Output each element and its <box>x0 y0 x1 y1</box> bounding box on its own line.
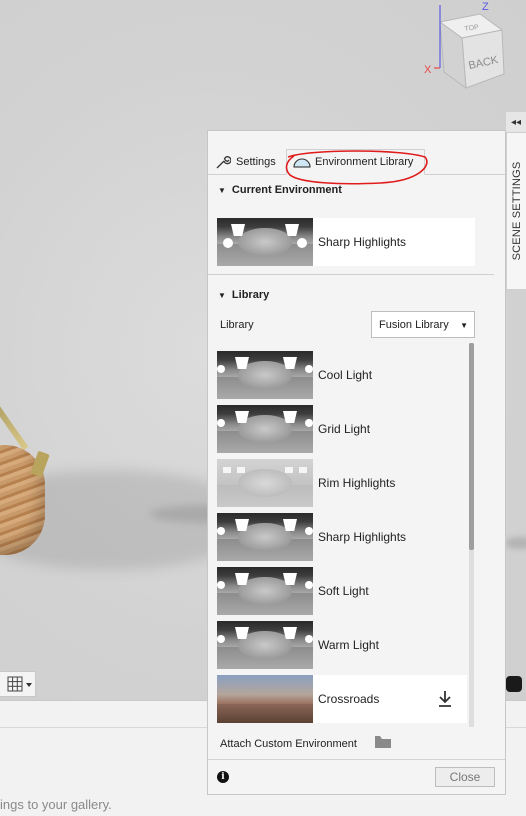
library-item[interactable]: Soft Light <box>217 567 467 615</box>
download-icon[interactable] <box>437 690 453 708</box>
axis-z-label: Z <box>482 1 489 13</box>
current-environment-title: Current Environment <box>231 184 342 196</box>
environment-label: Sharp Highlights <box>318 530 407 544</box>
library-item[interactable]: Cool Light <box>217 351 467 399</box>
chevron-down-icon: ▼ <box>460 321 468 330</box>
footer-divider <box>208 759 505 760</box>
chevron-down-icon <box>26 683 32 687</box>
shadow-edge <box>505 537 526 549</box>
tab-settings[interactable]: Settings <box>214 149 286 175</box>
library-header[interactable]: ▼ Library <box>218 289 269 301</box>
environment-list[interactable]: Cool Light Grid Light Rim Highlights Sharp … <box>217 351 469 725</box>
environment-label: Cool Light <box>318 368 373 382</box>
environment-thumbnail <box>217 567 313 615</box>
environment-label: Crossroads <box>318 692 380 706</box>
environment-label: Soft Light <box>318 584 369 598</box>
scrollbar-thumb[interactable] <box>469 343 474 550</box>
collapse-panel-button[interactable]: ◂◂ <box>506 112 526 132</box>
section-divider <box>208 274 494 275</box>
wrench-icon <box>214 153 232 171</box>
display-settings-button[interactable] <box>0 671 36 697</box>
model-handle <box>0 381 29 451</box>
panel-tabs: Settings Environment Library <box>208 145 505 185</box>
collapse-triangle-icon: ▼ <box>218 290 226 300</box>
environment-thumbnail <box>217 675 313 723</box>
axis-triad <box>434 5 441 69</box>
scene-settings-tab[interactable]: SCENE SETTINGS <box>506 132 526 290</box>
attach-custom-environment[interactable]: Attach Custom Environment <box>220 735 400 753</box>
double-chevron-left-icon: ◂◂ <box>510 116 522 128</box>
library-title: Library <box>231 289 270 301</box>
list-scrollbar[interactable] <box>469 343 474 727</box>
environment-label: Sharp Highlights <box>318 235 407 249</box>
scene-settings-panel: Settings Environment Library ▼ Current E… <box>207 130 506 795</box>
current-environment-card[interactable]: Sharp Highlights <box>217 218 475 266</box>
tab-settings-label: Settings <box>236 156 276 168</box>
viewcube[interactable]: TOP BACK Z X <box>420 0 526 110</box>
current-environment-header[interactable]: ▼ Current Environment <box>218 184 342 196</box>
gallery-hint-text: ings to your gallery. <box>0 797 112 812</box>
info-icon[interactable]: i <box>217 771 229 783</box>
library-item[interactable]: Rim Highlights <box>217 459 467 507</box>
environment-thumbnail <box>217 459 313 507</box>
library-item[interactable]: Grid Light <box>217 405 467 453</box>
environment-thumbnail <box>217 218 313 266</box>
grid-icon <box>7 676 32 692</box>
environment-thumbnail <box>217 513 313 561</box>
environment-thumbnail <box>217 351 313 399</box>
collapse-triangle-icon: ▼ <box>218 185 226 195</box>
environment-label: Rim Highlights <box>318 476 396 490</box>
library-item[interactable]: Crossroads <box>217 675 467 723</box>
attach-custom-environment-label: Attach Custom Environment <box>220 738 357 750</box>
environment-thumbnail <box>217 405 313 453</box>
environment-thumbnail <box>217 621 313 669</box>
cloud-status-icon[interactable] <box>506 676 522 692</box>
library-select-label: Library <box>220 319 254 331</box>
tab-environment-library-label: Environment Library <box>315 156 414 168</box>
library-select[interactable]: Fusion Library ▼ <box>371 311 475 338</box>
scene-settings-label: SCENE SETTINGS <box>510 161 523 261</box>
axis-x-label: X <box>424 64 432 76</box>
environment-label: Warm Light <box>318 638 379 652</box>
folder-icon[interactable] <box>374 735 392 749</box>
library-item[interactable]: Warm Light <box>217 621 467 669</box>
library-select-value: Fusion Library <box>379 318 449 331</box>
library-item[interactable]: Sharp Highlights <box>217 513 467 561</box>
environment-dome-icon <box>293 153 311 171</box>
tab-environment-library[interactable]: Environment Library <box>286 149 425 175</box>
close-button[interactable]: Close <box>435 767 495 787</box>
environment-label: Grid Light <box>318 422 371 436</box>
model-brass-clip <box>30 450 50 478</box>
